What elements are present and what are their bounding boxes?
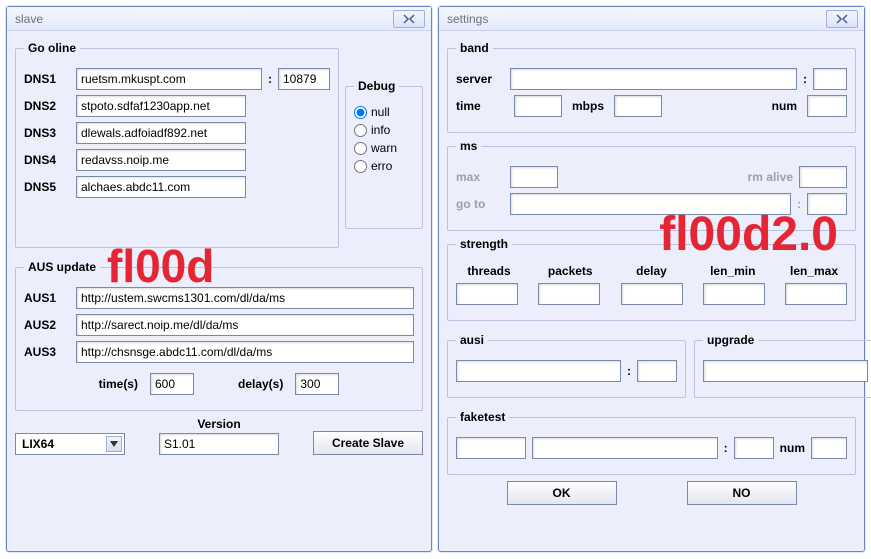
slave-titlebar: slave xyxy=(7,7,431,31)
faketest-b-input[interactable] xyxy=(532,437,718,459)
upgrade-input[interactable] xyxy=(703,360,868,382)
goto-port-input[interactable] xyxy=(807,193,847,215)
aus-delay-label: delay(s) xyxy=(238,377,283,391)
aus3-input[interactable] xyxy=(76,341,414,363)
aus3-label: AUS3 xyxy=(24,345,70,359)
ms-legend: ms xyxy=(456,139,481,153)
aus-delay-input[interactable] xyxy=(295,373,339,395)
debug-option-erro[interactable]: erro xyxy=(354,159,414,173)
goto-sep: : xyxy=(797,197,801,211)
aus-legend: AUS update xyxy=(24,260,100,274)
upgrade-group: upgrade xyxy=(694,333,871,398)
max-input[interactable] xyxy=(510,166,558,188)
faketest-port-input[interactable] xyxy=(734,437,774,459)
dns4-input[interactable] xyxy=(76,149,246,171)
faketest-a-input[interactable] xyxy=(456,437,526,459)
delay-input[interactable] xyxy=(621,283,683,305)
no-button[interactable]: NO xyxy=(687,481,797,505)
ausi-host-input[interactable] xyxy=(456,360,621,382)
ms-group: ms max rm alive go to : xyxy=(447,139,856,231)
server-label: server xyxy=(456,72,504,86)
server-port-input[interactable] xyxy=(813,68,847,90)
time-label: time xyxy=(456,99,504,113)
ausi-sep: : xyxy=(627,364,631,378)
aus1-input[interactable] xyxy=(76,287,414,309)
aus-time-input[interactable] xyxy=(150,373,194,395)
goto-input[interactable] xyxy=(510,193,791,215)
faketest-num-input[interactable] xyxy=(811,437,847,459)
dns1-label: DNS1 xyxy=(24,72,70,86)
time-input[interactable] xyxy=(514,95,562,117)
debug-option-warn[interactable]: warn xyxy=(354,141,414,155)
aus1-label: AUS1 xyxy=(24,291,70,305)
chevron-down-icon xyxy=(106,436,122,452)
rm-alive-label: rm alive xyxy=(748,170,793,184)
go-online-legend: Go oline xyxy=(24,41,80,55)
slave-window: slave Go oline DNS1 : DNS2 DNS3 xyxy=(6,6,432,552)
server-input[interactable] xyxy=(510,68,797,90)
col-threads: threads xyxy=(456,264,522,278)
dns3-label: DNS3 xyxy=(24,126,70,140)
ausi-port-input[interactable] xyxy=(637,360,677,382)
faketest-legend: faketest xyxy=(456,410,509,424)
settings-title: settings xyxy=(447,12,488,26)
band-group: band server : time mbps num xyxy=(447,41,856,133)
debug-option-info[interactable]: info xyxy=(354,123,414,137)
col-packets: packets xyxy=(537,264,603,278)
ok-button[interactable]: OK xyxy=(507,481,617,505)
aus-time-label: time(s) xyxy=(99,377,138,391)
strength-legend: strength xyxy=(456,237,512,251)
go-online-group: Go oline DNS1 : DNS2 DNS3 DNS4 xyxy=(15,41,339,248)
num-label: num xyxy=(772,99,797,113)
lenmin-input[interactable] xyxy=(703,283,765,305)
num-input[interactable] xyxy=(807,95,847,117)
arch-value: LIX64 xyxy=(22,437,54,451)
upgrade-legend: upgrade xyxy=(703,333,758,347)
goto-label: go to xyxy=(456,197,504,211)
dns3-input[interactable] xyxy=(76,122,246,144)
ausi-legend: ausi xyxy=(456,333,488,347)
col-delay: delay xyxy=(619,264,685,278)
dns1-input[interactable] xyxy=(76,68,262,90)
aus-update-group: AUS update AUS1 AUS2 AUS3 time(s) delay(… xyxy=(15,260,423,411)
version-input[interactable] xyxy=(159,433,279,455)
faketest-num-label: num xyxy=(780,441,805,455)
slave-title: slave xyxy=(15,12,43,26)
mbps-label: mbps xyxy=(572,99,604,113)
debug-option-null[interactable]: null xyxy=(354,105,414,119)
col-lenmax: len_max xyxy=(781,264,847,278)
arch-select[interactable]: LIX64 xyxy=(15,433,125,455)
threads-input[interactable] xyxy=(456,283,518,305)
max-label: max xyxy=(456,170,504,184)
create-slave-button[interactable]: Create Slave xyxy=(313,431,423,455)
close-icon[interactable] xyxy=(393,10,425,28)
lenmax-input[interactable] xyxy=(785,283,847,305)
band-legend: band xyxy=(456,41,493,55)
dns4-label: DNS4 xyxy=(24,153,70,167)
debug-group: Debug null info warn erro xyxy=(345,79,423,229)
dns2-input[interactable] xyxy=(76,95,246,117)
dns2-label: DNS2 xyxy=(24,99,70,113)
settings-titlebar: settings xyxy=(439,7,864,31)
port-sep: : xyxy=(268,72,272,86)
strength-group: strength threads packets delay len_min l… xyxy=(447,237,856,321)
debug-legend: Debug xyxy=(354,79,399,93)
aus2-label: AUS2 xyxy=(24,318,70,332)
rm-alive-input[interactable] xyxy=(799,166,847,188)
server-sep: : xyxy=(803,72,807,86)
dns5-label: DNS5 xyxy=(24,180,70,194)
mbps-input[interactable] xyxy=(614,95,662,117)
aus2-input[interactable] xyxy=(76,314,414,336)
version-label: Version xyxy=(197,417,240,431)
port-input[interactable] xyxy=(278,68,330,90)
dns5-input[interactable] xyxy=(76,176,246,198)
faketest-sep: : xyxy=(724,441,728,455)
faketest-group: faketest : num xyxy=(447,410,856,475)
ausi-group: ausi : xyxy=(447,333,686,398)
settings-window: settings band server : time mbps num xyxy=(438,6,865,552)
col-lenmin: len_min xyxy=(700,264,766,278)
packets-input[interactable] xyxy=(538,283,600,305)
close-icon[interactable] xyxy=(826,10,858,28)
